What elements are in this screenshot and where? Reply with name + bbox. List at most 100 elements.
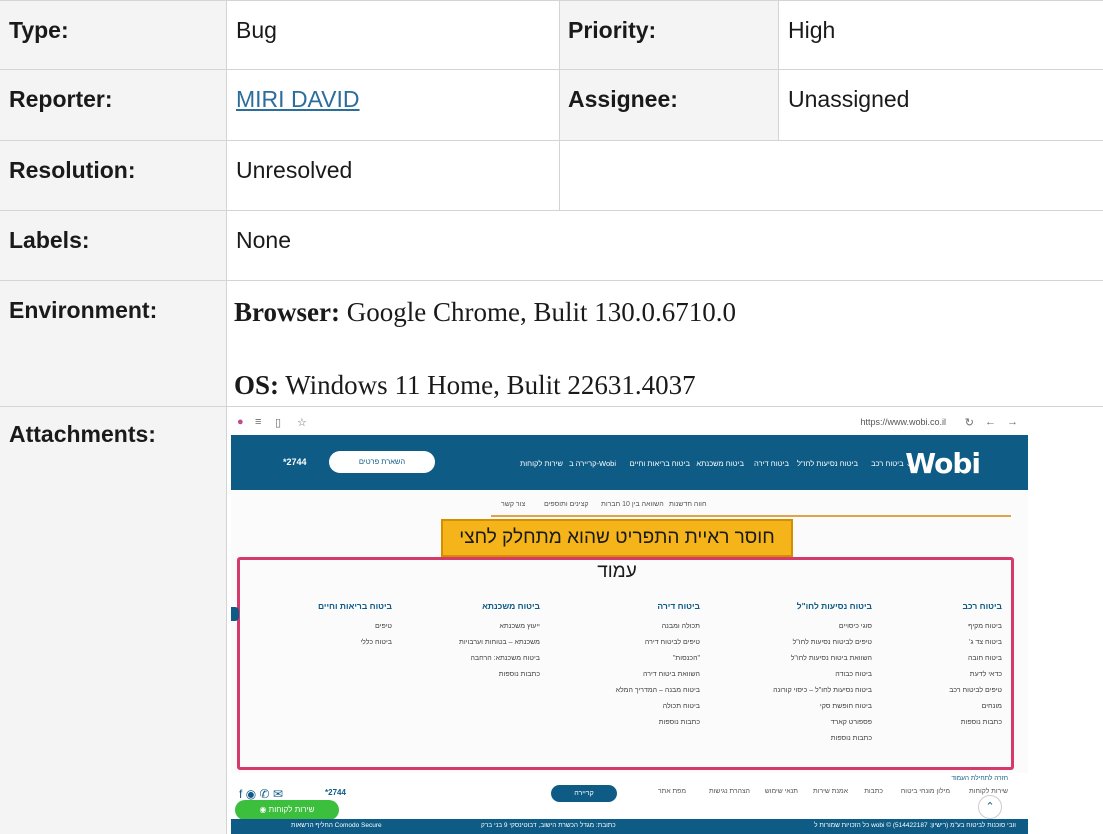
- footer-link-service[interactable]: שירות לקוחות: [969, 788, 1008, 795]
- whatsapp-service-button[interactable]: ◉ שירות לקוחות: [235, 800, 339, 820]
- nav-car[interactable]: ביטוח רכב ⌄: [871, 459, 912, 468]
- subnav-item-contact[interactable]: צור קשר: [501, 501, 525, 508]
- menu-column-car: ביטוח רכב ביטוח מקיף ביטוח צד ג' ביטוח ח…: [949, 601, 1002, 735]
- accessibility-tab[interactable]: [231, 607, 239, 621]
- menu-column-home: ביטוח דירה תכולה ומבנה טיפים לביטוח דירה…: [616, 601, 700, 735]
- menu-item[interactable]: מונחים: [949, 703, 1002, 719]
- menu-heading-travel[interactable]: ביטוח נסיעות לחו"ל: [773, 601, 872, 611]
- footer-link-charter[interactable]: אמנת שירות: [813, 788, 848, 795]
- menu-item[interactable]: ביטוח חובה: [949, 655, 1002, 671]
- footer-link-sitemap[interactable]: מפת אתר: [658, 788, 686, 795]
- menu-item[interactable]: משכנתא – בטוחות וערבויות: [459, 639, 540, 655]
- menu-item[interactable]: ביטוח משכנתא: הרחבה: [459, 655, 540, 671]
- menu-item[interactable]: טיפים לביטוח רכב: [949, 687, 1002, 703]
- browser-toolbar: ● ≡ ▯ ☆ https://www.wobi.co.il ↻ ← →: [231, 411, 1028, 435]
- menu-item[interactable]: ייעוץ משכנתא: [459, 623, 540, 639]
- labels-label: Labels:: [0, 211, 227, 280]
- header-phone[interactable]: *2744: [283, 457, 307, 467]
- env-os-key: OS:: [234, 370, 280, 400]
- menu-item[interactable]: ביטוח נסיעות לחו"ל – כיסוי קורונה: [773, 687, 872, 703]
- menu-item[interactable]: ביטוח כללי: [318, 639, 392, 655]
- subnav-item-compare[interactable]: השוואה בין 10 חברות: [601, 501, 664, 508]
- menu-item[interactable]: ביטוח תכולה: [616, 703, 700, 719]
- menu-item[interactable]: טיפים לביטוח נסיעות לחו"ל: [773, 639, 872, 655]
- annotation-banner: חוסר ראיית התפריט שהוא מתחלק לחצי עמוד: [441, 519, 793, 582]
- phone-icon[interactable]: ✆: [260, 787, 270, 801]
- subnav-underline: [491, 515, 1011, 517]
- back-to-top-link[interactable]: חזרה לתחילת העמוד: [951, 775, 1008, 782]
- menu-item[interactable]: כתבות נוספות: [459, 671, 540, 687]
- menu-heading-health[interactable]: ביטוח בריאות וחיים: [318, 601, 392, 611]
- back-icon[interactable]: ←: [985, 416, 996, 428]
- attachment-screenshot[interactable]: ● ≡ ▯ ☆ https://www.wobi.co.il ↻ ← → Wob…: [231, 411, 1028, 834]
- mail-icon[interactable]: ✉: [273, 787, 283, 801]
- footer-link-glossary[interactable]: מילון מונחי ביטוח: [901, 788, 950, 795]
- nav-career[interactable]: קריירה ב-Wobi: [569, 459, 616, 468]
- menu-item[interactable]: טיפים לביטוח דירה: [616, 639, 700, 655]
- menu-item[interactable]: פספורט קארד: [773, 719, 872, 735]
- forward-icon[interactable]: →: [1007, 416, 1018, 428]
- reporter-cell: MIRI DAVID: [228, 70, 368, 140]
- menu-item[interactable]: ביטוח חופשת סקי: [773, 703, 872, 719]
- footer-bottom-bar: החליף הרשאות Comodo Secure כתובת: מגדל ה…: [231, 819, 1028, 834]
- menu-item[interactable]: השוואת ביטוח נסיעות לחו"ל: [773, 655, 872, 671]
- profile-icon[interactable]: ●: [237, 416, 244, 428]
- whatsapp-icon[interactable]: ◉: [246, 787, 256, 801]
- nav-mortgage[interactable]: ביטוח משכנתא: [696, 459, 744, 468]
- footer-career-button[interactable]: קריירה: [551, 785, 617, 802]
- menu-item[interactable]: השוואת ביטוח דירה: [616, 671, 700, 687]
- row-labels: Labels: None: [0, 210, 1103, 280]
- type-label: Type:: [0, 1, 227, 69]
- subnav-item-innovation[interactable]: חווה חדשנות: [669, 501, 707, 508]
- menu-item[interactable]: "הכנסות": [616, 655, 700, 671]
- menu-item[interactable]: כתבות נוספות: [773, 735, 872, 751]
- page-icon[interactable]: ▯: [275, 416, 281, 429]
- env-browser-line: Browser: Google Chrome, Bulit 130.0.6710…: [234, 297, 736, 328]
- env-browser-key: Browser:: [234, 297, 340, 327]
- resolution-value: Unresolved: [236, 157, 353, 183]
- menu-heading-home[interactable]: ביטוח דירה: [616, 601, 700, 611]
- reporter-label: Reporter:: [0, 70, 227, 140]
- star-icon[interactable]: ☆: [297, 416, 307, 429]
- nav-health[interactable]: ביטוח בריאות וחיים: [630, 459, 690, 468]
- menu-item[interactable]: תכולה ומבנה: [616, 623, 700, 639]
- menu-item[interactable]: טיפים: [318, 623, 392, 639]
- scroll-up-button[interactable]: ⌃: [978, 795, 1002, 819]
- menu-heading-mortgage[interactable]: ביטוח משכנתא: [459, 601, 540, 611]
- row-resolution: Resolution: Unresolved: [0, 140, 1103, 210]
- priority-label: Priority:: [559, 1, 779, 69]
- env-browser-value: Google Chrome, Bulit 130.0.6710.0: [339, 297, 736, 327]
- menu-item[interactable]: ביטוח צד ג': [949, 639, 1002, 655]
- subnav-item-extras[interactable]: קצינים ותוספים: [544, 501, 589, 508]
- environment-label: Environment:: [0, 281, 227, 406]
- footer-link-terms[interactable]: תנאי שימוש: [765, 788, 798, 795]
- menu-item[interactable]: כתבות נוספות: [949, 719, 1002, 735]
- menu-item[interactable]: סוגי כיסויים: [773, 623, 872, 639]
- social-icons: f ◉ ✆ ✉: [239, 787, 283, 801]
- menu-item[interactable]: ביטוח מבנה – המדריך המלא: [616, 687, 700, 703]
- wobi-logo[interactable]: Wobi: [905, 447, 981, 480]
- nav-home[interactable]: ביטוח דירה: [754, 459, 789, 468]
- footer-link-accessibility[interactable]: הצהרת נגישות: [709, 788, 750, 795]
- menu-item[interactable]: כדאי לדעת: [949, 671, 1002, 687]
- menu-heading-car[interactable]: ביטוח רכב: [949, 601, 1002, 611]
- type-value: Bug: [236, 17, 277, 43]
- url-bar[interactable]: https://www.wobi.co.il: [852, 415, 954, 431]
- row-type: Type: Bug Priority: High: [0, 0, 1103, 69]
- footer-link-articles[interactable]: כתבות: [864, 788, 883, 795]
- reload-icon[interactable]: ↻: [965, 416, 974, 429]
- filter-icon[interactable]: ≡: [255, 416, 261, 428]
- row-environment: Environment: Browser: Google Chrome, Bul…: [0, 280, 1103, 406]
- environment-value: Browser: Google Chrome, Bulit 130.0.6710…: [228, 281, 1103, 406]
- nav-travel[interactable]: ביטוח נסיעות לחו"ל: [797, 459, 858, 468]
- menu-item[interactable]: כתבות נוספות: [616, 719, 700, 735]
- site-footer: [231, 773, 1028, 819]
- menu-item[interactable]: ביטוח מקיף: [949, 623, 1002, 639]
- menu-item[interactable]: ביטוח כבודה: [773, 671, 872, 687]
- footer-phone[interactable]: *2744: [325, 788, 346, 797]
- facebook-icon[interactable]: f: [239, 787, 242, 801]
- leave-details-button[interactable]: השארת פרטים: [329, 451, 435, 473]
- labels-value: None: [236, 227, 291, 253]
- nav-service[interactable]: שירות לקוחות: [520, 459, 563, 468]
- reporter-link[interactable]: MIRI DAVID: [236, 86, 360, 112]
